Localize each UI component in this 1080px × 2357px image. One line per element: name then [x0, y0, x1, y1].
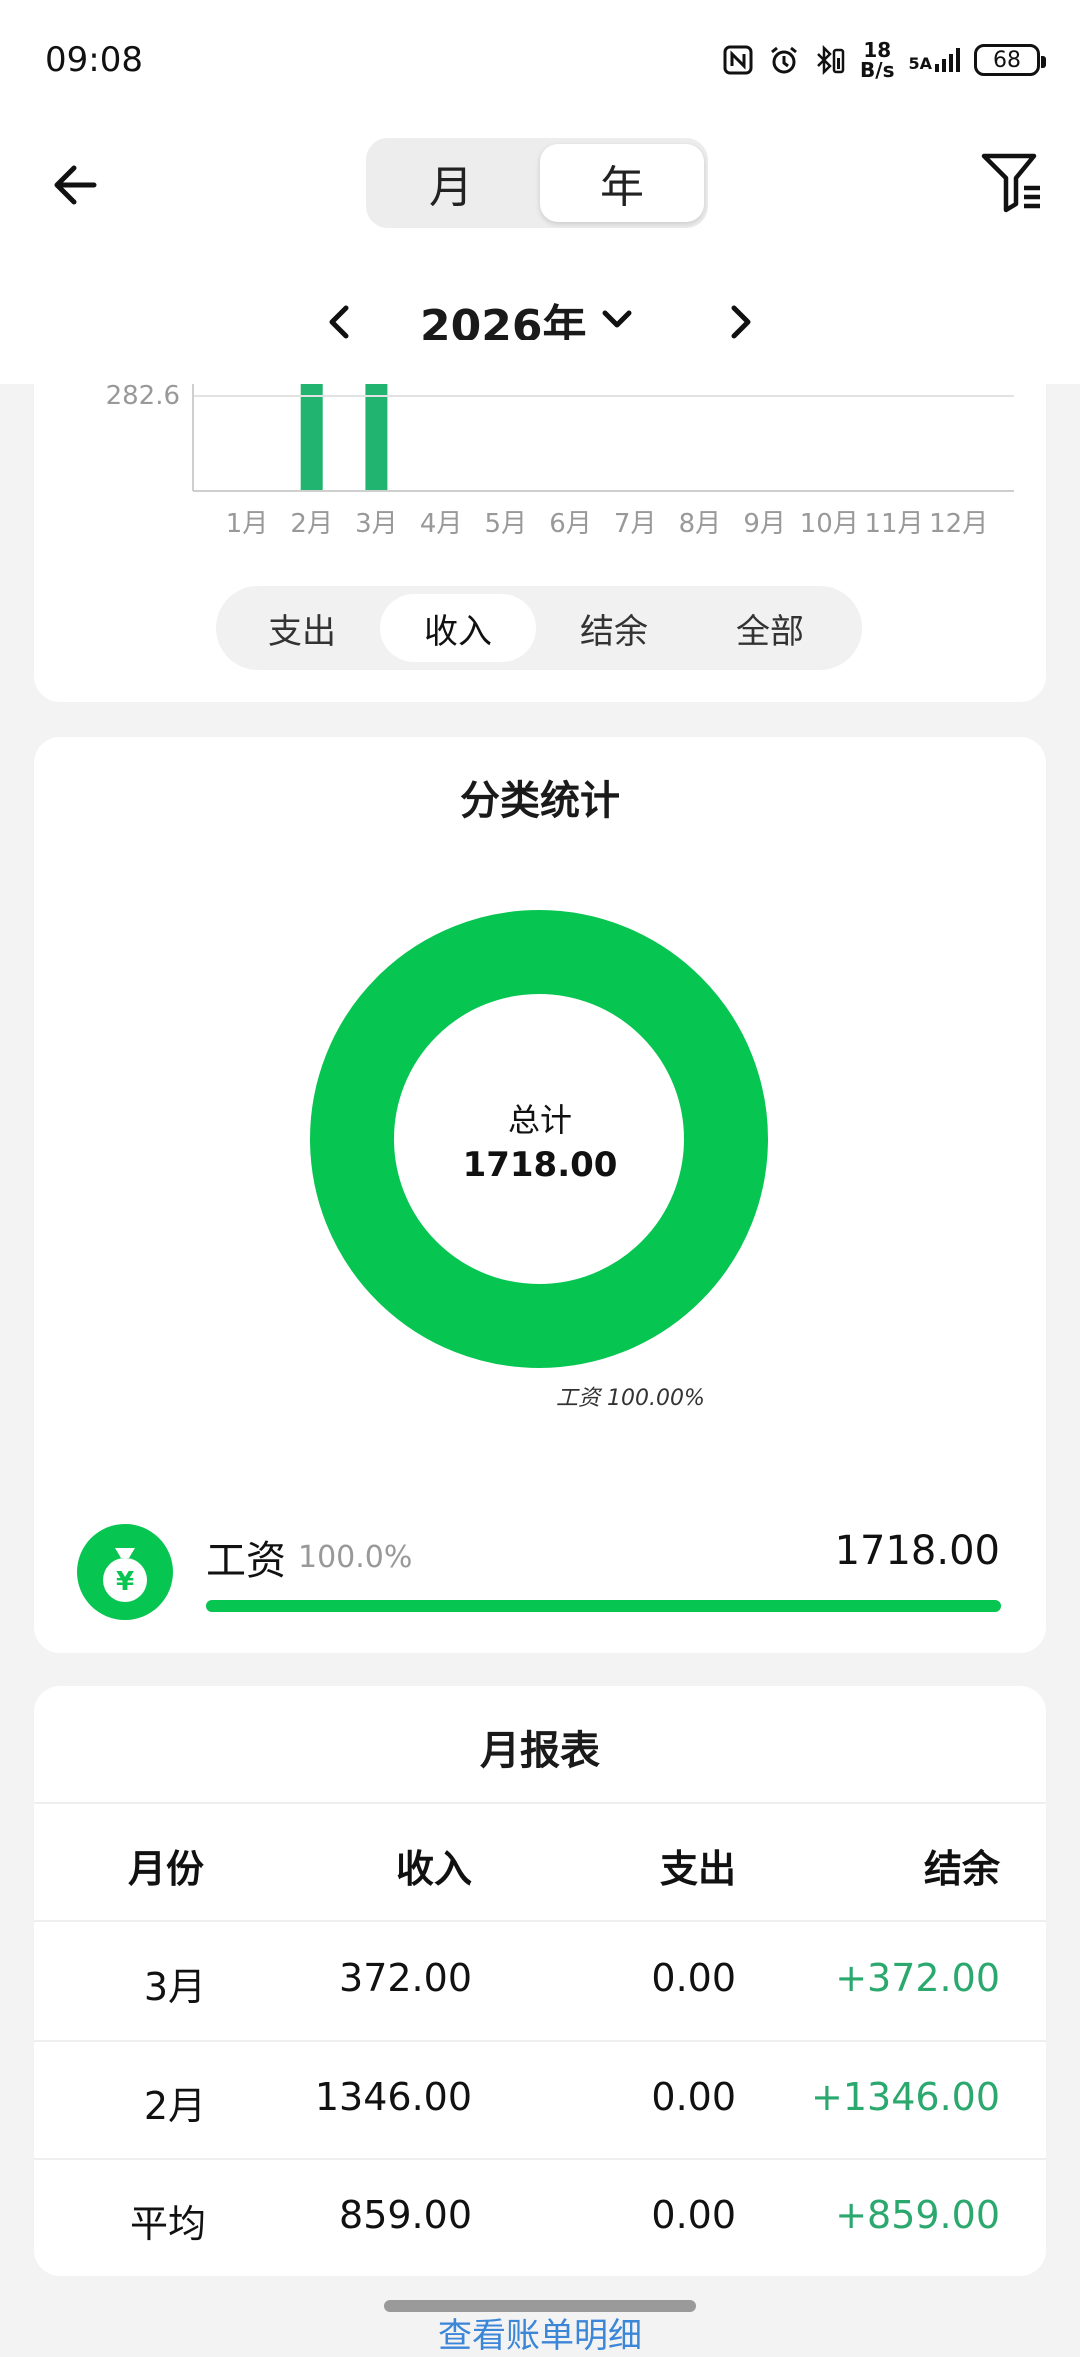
row-expense: 0.00: [651, 2075, 736, 2119]
row-balance: +859.00: [835, 2193, 1000, 2237]
header-income: 收入: [395, 1847, 472, 1891]
segment-year[interactable]: 年: [540, 144, 704, 222]
category-stats-title: 分类统计: [460, 778, 620, 824]
bar-2月: [300, 384, 323, 491]
tab-all[interactable]: 全部: [692, 594, 848, 662]
donut-total-value: 1718.00: [462, 1145, 618, 1185]
x-tick-label: 6月: [549, 509, 592, 539]
category-amount: 1718.00: [834, 1528, 1000, 1574]
x-tick-label: 2月: [290, 509, 333, 539]
donut-center: 总计 1718.00: [409, 1095, 671, 1185]
x-tick-label: 12月: [929, 509, 988, 539]
header-month: 月份: [128, 1847, 205, 1891]
home-indicator[interactable]: [384, 2300, 696, 2312]
tab-balance[interactable]: 结余: [536, 594, 692, 662]
row-month: 平均: [129, 2202, 206, 2246]
money-bag-icon: ¥: [77, 1524, 173, 1620]
category-name: 工资: [206, 1538, 286, 1584]
row-income: 372.00: [339, 1956, 472, 2000]
nfc-icon: [723, 45, 753, 75]
x-tick-label: 7月: [614, 509, 657, 539]
bluetooth-battery-icon: [817, 44, 845, 76]
svg-text:¥: ¥: [116, 1567, 134, 1597]
divider: [34, 1920, 1046, 1922]
donut-slice-caption: 工资 100.00%: [556, 1386, 705, 1411]
monthly-bar-chart: 282.6 1月 2月 3月 4月 5月 6月 7月 8月 9月 10月 11月 12月: [106, 384, 1014, 539]
y-tick-label: 282.6: [106, 384, 180, 411]
header-expense: 支出: [659, 1847, 736, 1891]
battery-indicator: 68: [974, 44, 1046, 76]
prev-year-chevron-icon[interactable]: [320, 300, 360, 344]
period-segmented-control: 月 年: [366, 138, 708, 228]
row-month: 2月: [143, 2084, 206, 2128]
monthly-report-title: 月报表: [480, 1728, 600, 1774]
header-balance: 结余: [923, 1847, 1000, 1891]
alarm-icon: [771, 46, 797, 74]
divider: [34, 2158, 1046, 2160]
segment-month[interactable]: 月: [366, 138, 536, 228]
type-tabs: 支出 收入 结余 全部: [216, 586, 862, 670]
filter-icon[interactable]: [980, 148, 1046, 214]
x-tick-label: 8月: [679, 509, 722, 539]
back-arrow-icon[interactable]: [40, 150, 110, 220]
row-balance: +372.00: [835, 1956, 1000, 2000]
bar-3月: [365, 384, 388, 491]
x-tick-label: 10月: [800, 509, 859, 539]
x-tick-label: 1月: [226, 509, 269, 539]
row-month: 3月: [143, 1965, 206, 2009]
next-year-chevron-icon[interactable]: [720, 300, 760, 344]
category-percent: 100.0%: [298, 1540, 413, 1575]
view-bill-details-link[interactable]: 查看账单明细: [0, 2308, 1080, 2357]
row-income: 859.00: [339, 2193, 472, 2237]
row-expense: 0.00: [651, 2193, 736, 2237]
status-icons: 18 B/s 5A 68: [722, 38, 1046, 82]
row-balance: +1346.00: [811, 2075, 1000, 2119]
row-income: 1346.00: [314, 2075, 472, 2119]
x-tick-label: 4月: [420, 509, 463, 539]
x-tick-label: 9月: [743, 509, 786, 539]
signal-icon: 5A: [908, 48, 960, 72]
chevron-down-icon[interactable]: [600, 306, 634, 332]
x-tick-label: 5月: [485, 509, 528, 539]
divider: [34, 2040, 1046, 2042]
category-progress-fill: [206, 1600, 1001, 1612]
tab-income[interactable]: 收入: [380, 594, 536, 662]
x-tick-label: 11月: [864, 509, 923, 539]
donut-total-label: 总计: [507, 1101, 572, 1139]
row-expense: 0.00: [651, 1956, 736, 2000]
x-tick-label: 3月: [355, 509, 398, 539]
net-speed: 18 B/s: [860, 38, 895, 82]
divider: [34, 1802, 1046, 1804]
tab-expense[interactable]: 支出: [224, 594, 380, 662]
status-time: 09:08: [45, 40, 143, 80]
